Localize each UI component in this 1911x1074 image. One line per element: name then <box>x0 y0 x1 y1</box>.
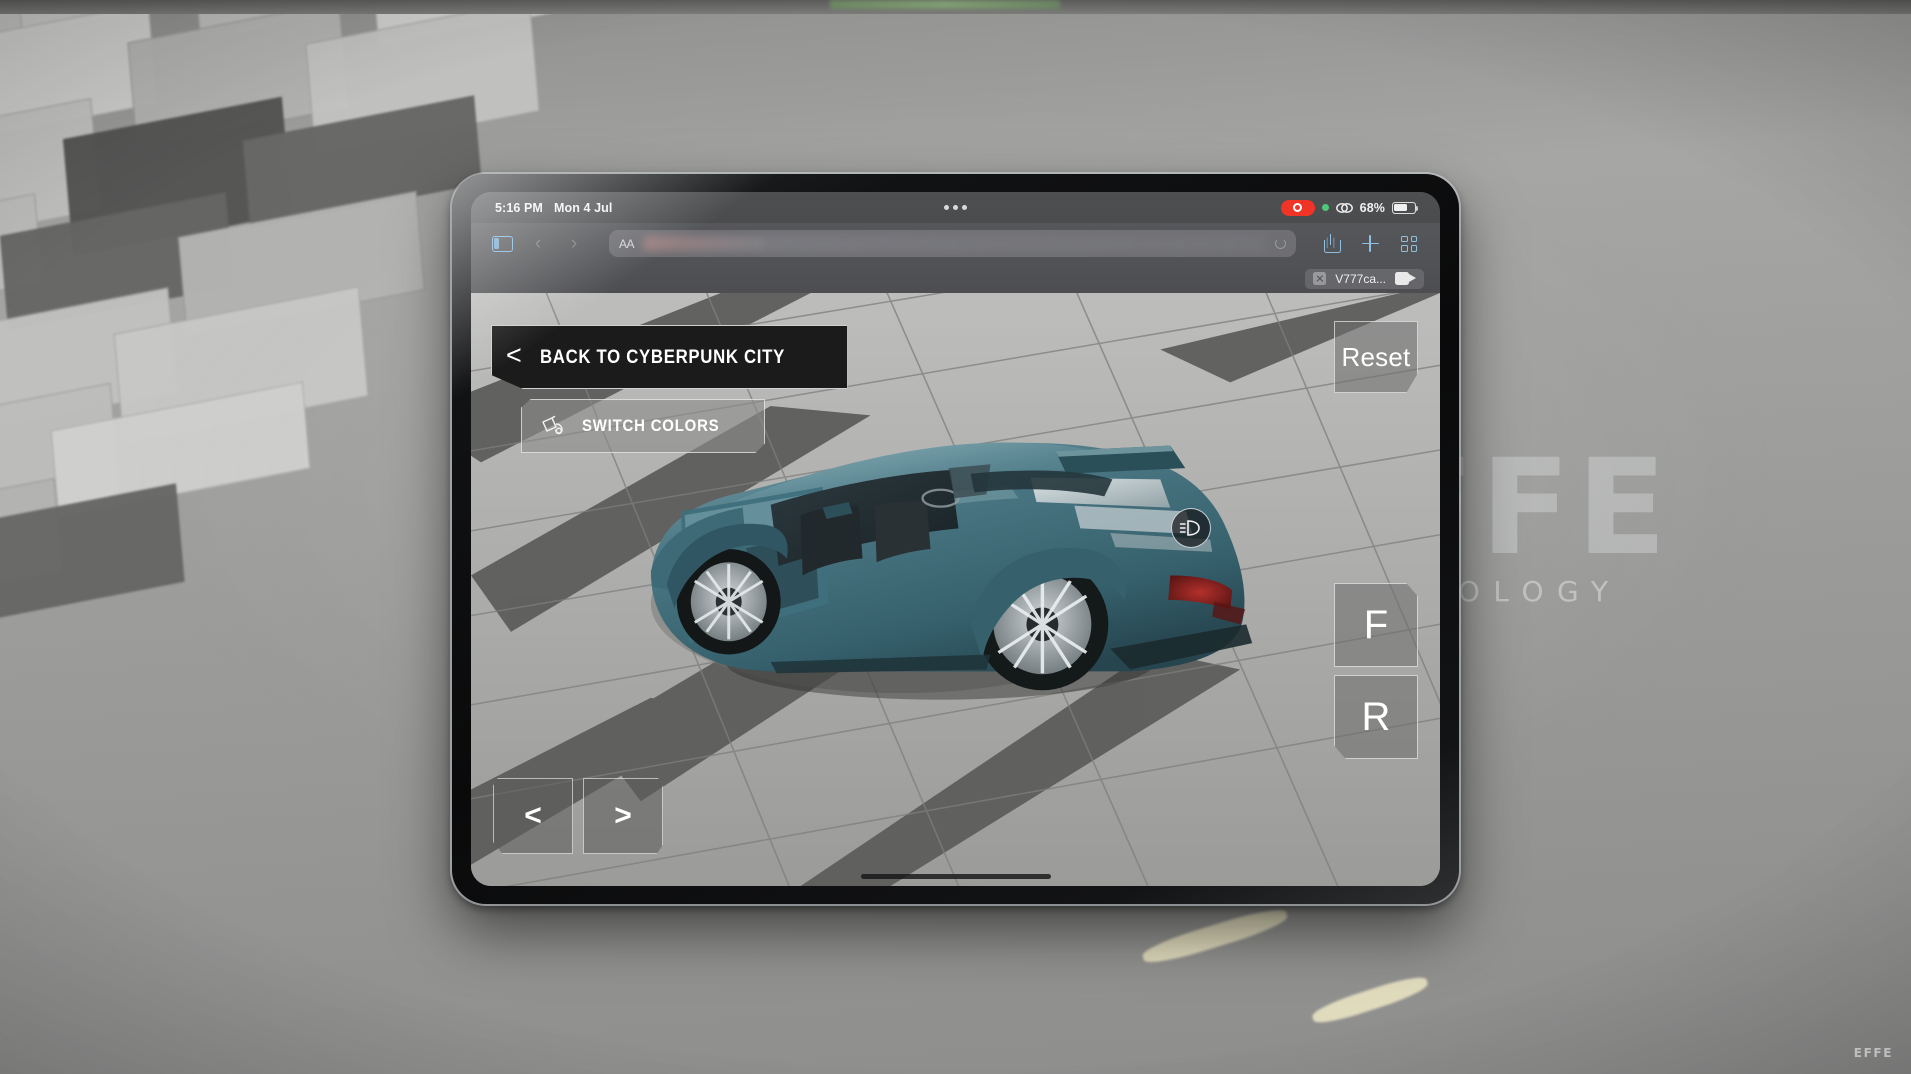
address-bar-url-blurred <box>643 236 763 251</box>
paint-bucket-icon <box>540 415 566 437</box>
next-button-label: > <box>614 799 632 832</box>
forward-icon[interactable]: › <box>563 233 585 255</box>
tab-title: V777ca... <box>1335 271 1386 286</box>
tabs-grid-icon[interactable] <box>1398 233 1420 255</box>
switch-colors-button[interactable]: SWITCH COLORS <box>521 399 766 453</box>
reset-button-label: Reset <box>1341 341 1411 372</box>
home-indicator[interactable] <box>860 874 1051 879</box>
ar-webview[interactable]: < BACK TO CYBERPUNK CITY SWITCH COLORS R <box>471 293 1440 886</box>
headlight-toggle-button[interactable] <box>1171 508 1211 548</box>
rear-view-label: R <box>1361 694 1391 739</box>
multitask-dots-icon[interactable] <box>944 205 967 210</box>
tab-strip: V777ca... <box>471 264 1440 293</box>
green-foliage-strip <box>830 0 1060 9</box>
previous-button-label: < <box>524 799 542 832</box>
previous-button[interactable]: < <box>493 778 573 854</box>
address-bar[interactable]: AA <box>609 230 1296 257</box>
back-to-cyberpunk-city-button[interactable]: < BACK TO CYBERPUNK CITY <box>491 325 848 389</box>
chevron-left-icon: < <box>506 340 522 370</box>
address-bar-url-fade <box>759 234 1266 253</box>
watermark-corner: EFFE <box>1853 1046 1893 1060</box>
headlight-icon <box>1179 520 1200 536</box>
text-size-button[interactable]: AA <box>619 237 635 251</box>
back-icon[interactable]: ‹ <box>527 233 549 255</box>
reset-button[interactable]: Reset <box>1334 321 1418 393</box>
switch-colors-label: SWITCH COLORS <box>582 416 720 435</box>
safari-toolbar: ‹ › AA <box>471 223 1440 264</box>
battery-icon <box>1392 201 1419 214</box>
ipad-device: 5:16 PM Mon 4 Jul 68% ‹ › AA V777ca... <… <box>452 174 1459 904</box>
next-button[interactable]: > <box>583 778 663 854</box>
camera-icon <box>1395 272 1416 285</box>
close-icon[interactable] <box>1313 272 1327 285</box>
sidebar-toggle-icon[interactable] <box>491 233 513 255</box>
ipad-screen: 5:16 PM Mon 4 Jul 68% ‹ › AA V777ca... <… <box>471 192 1440 886</box>
new-tab-icon[interactable] <box>1359 233 1381 255</box>
reload-icon[interactable] <box>1275 238 1286 249</box>
airplay-icon <box>1335 202 1353 214</box>
safari-toolbar-right <box>1320 233 1420 255</box>
status-bar: 5:16 PM Mon 4 Jul 68% <box>471 192 1440 223</box>
share-icon[interactable] <box>1320 233 1342 255</box>
front-view-label: F <box>1363 602 1389 647</box>
front-view-button[interactable]: F <box>1334 583 1418 667</box>
rear-view-button[interactable]: R <box>1334 675 1418 759</box>
multitasking-control[interactable] <box>471 192 1440 223</box>
browser-tab[interactable]: V777ca... <box>1305 268 1424 289</box>
back-button-label: BACK TO CYBERPUNK CITY <box>539 345 785 368</box>
